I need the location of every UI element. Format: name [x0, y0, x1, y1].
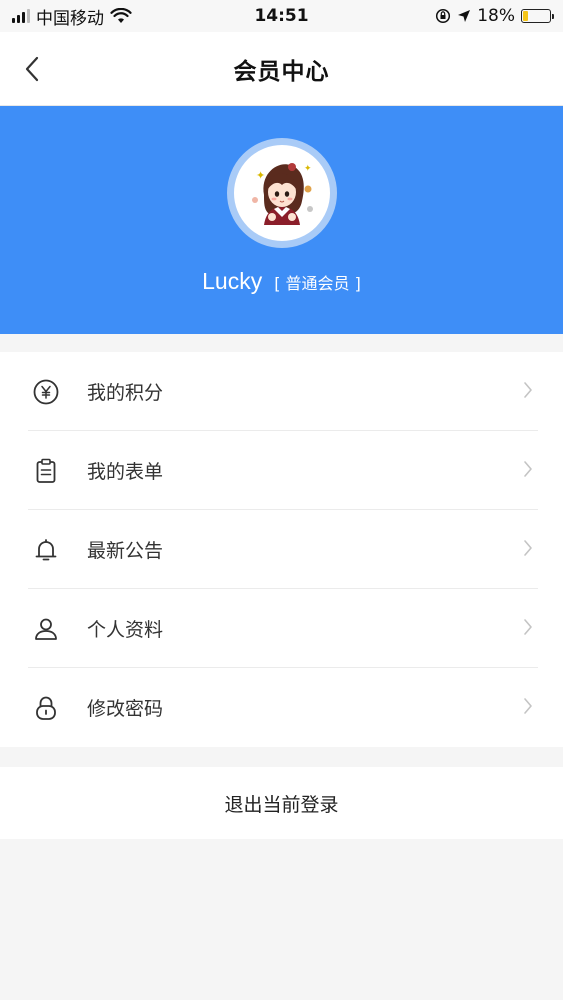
carrier-label: 中国移动: [36, 8, 104, 29]
menu-item-points[interactable]: 我的积分: [0, 352, 563, 431]
profile-info: Lucky [ 普通会员 ]: [202, 268, 361, 295]
battery-icon: [521, 9, 554, 23]
nav-bar: 会员中心: [0, 32, 563, 106]
clipboard-icon: [30, 455, 62, 487]
logout-label: 退出当前登录: [224, 793, 339, 816]
yen-coin-icon: [30, 376, 62, 408]
menu-item-label: 个人资料: [87, 619, 164, 641]
chevron-right-icon: [523, 618, 533, 640]
signal-icon: [12, 9, 30, 23]
lock-icon: [30, 692, 62, 724]
back-button[interactable]: [12, 32, 52, 105]
chevron-right-icon: [523, 460, 533, 482]
chevron-right-icon: [523, 381, 533, 403]
menu-item-label: 我的表单: [87, 461, 164, 483]
menu-item-label: 我的积分: [87, 382, 164, 404]
chevron-right-icon: [523, 539, 533, 561]
avatar[interactable]: ✦ ✦: [226, 138, 337, 248]
wifi-icon: [110, 8, 132, 23]
orientation-lock-icon: [436, 8, 451, 24]
chevron-left-icon: [25, 56, 39, 81]
menu-item-forms[interactable]: 我的表单: [0, 431, 563, 510]
menu-list: 我的积分 我的表单 最新公告 个人资料 修改密码: [0, 352, 563, 747]
status-left: 中国移动: [12, 4, 132, 29]
status-bar: 中国移动 14:51 18%: [0, 0, 563, 32]
chevron-right-icon: [523, 697, 533, 719]
bell-icon: [30, 534, 62, 566]
logout-button[interactable]: 退出当前登录: [0, 767, 563, 839]
user-icon: [30, 613, 62, 645]
menu-item-announcements[interactable]: 最新公告: [0, 510, 563, 589]
battery-fill: [523, 11, 528, 21]
menu-item-label: 修改密码: [87, 698, 164, 720]
username: Lucky: [202, 268, 263, 294]
member-level-badge: [ 普通会员 ]: [274, 273, 361, 293]
menu-item-change-password[interactable]: 修改密码: [0, 668, 563, 747]
profile-banner: ✦ ✦ Lucky [ 普通会员]: [0, 106, 563, 334]
svg-text:✦: ✦: [304, 164, 312, 174]
menu-item-profile[interactable]: 个人资料: [0, 589, 563, 668]
avatar-illustration-icon: ✦ ✦: [251, 163, 313, 225]
location-icon: [458, 10, 471, 22]
page-title: 会员中心: [233, 58, 330, 85]
battery-percent: 18%: [477, 6, 515, 26]
svg-text:✦: ✦: [256, 169, 265, 182]
status-right: 18%: [435, 6, 554, 26]
menu-item-label: 最新公告: [87, 540, 164, 562]
